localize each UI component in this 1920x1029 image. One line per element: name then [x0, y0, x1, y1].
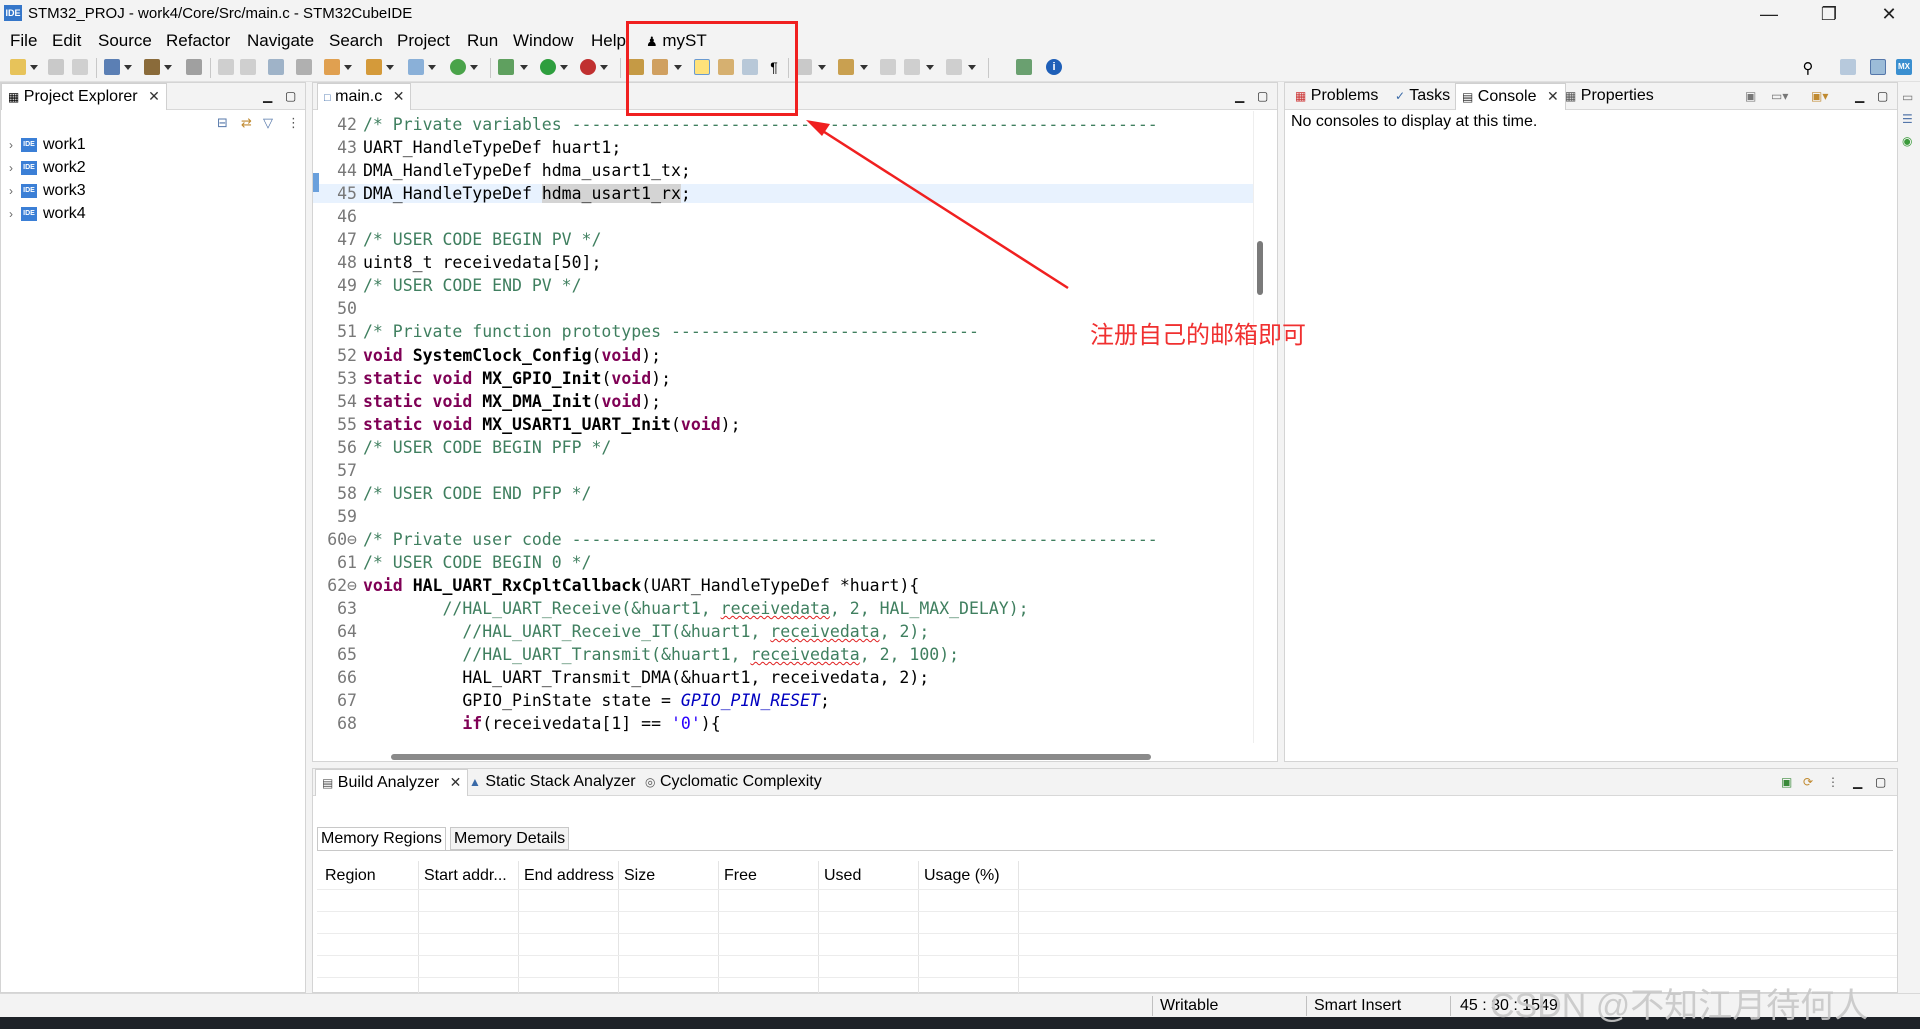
annotation-arrow	[806, 120, 1069, 290]
watermark: CSDN @不知江月待何人	[1490, 987, 1869, 1025]
annotation-text: 注册自己的邮箱即可	[1090, 322, 1306, 349]
